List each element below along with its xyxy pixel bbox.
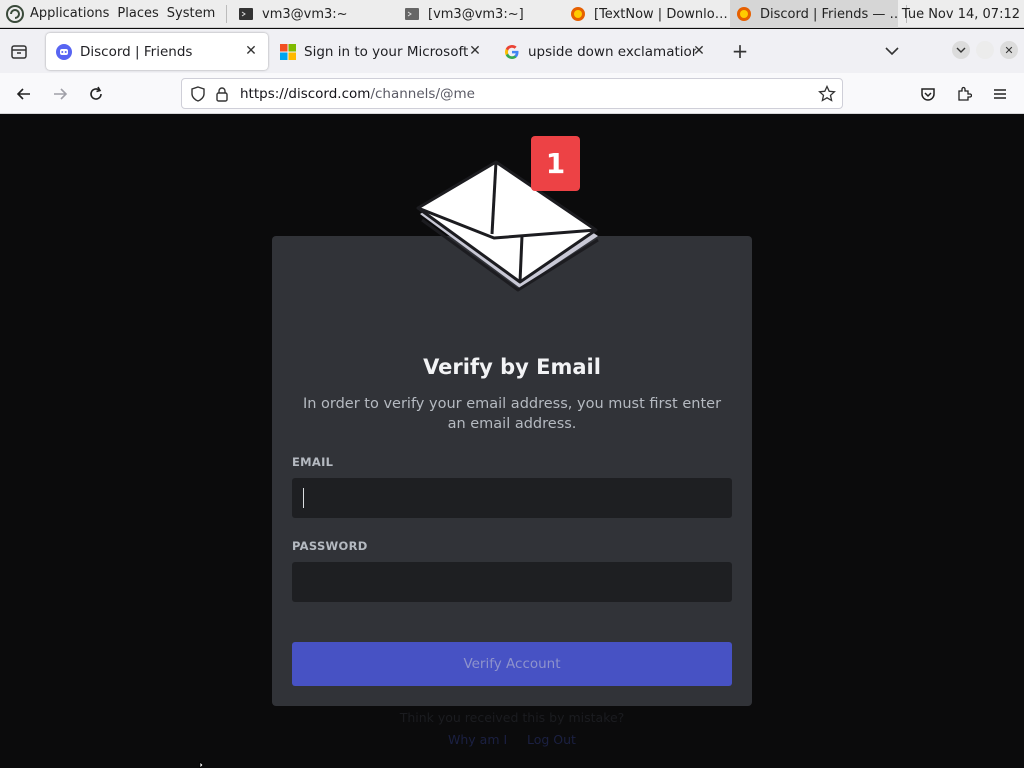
terminal-icon bbox=[404, 6, 420, 22]
system-menu[interactable]: System bbox=[163, 6, 219, 21]
notification-badge: 1 bbox=[531, 136, 580, 191]
taskbar-item-textnow[interactable]: [TextNow | Downlo… bbox=[564, 0, 728, 28]
distro-logo-icon[interactable] bbox=[4, 3, 26, 25]
navigation-toolbar: https://discord.com/channels/@me bbox=[0, 73, 1024, 114]
taskbar-item-terminal-1[interactable]: vm3@vm3:~ bbox=[232, 0, 392, 28]
verify-account-button[interactable]: Verify Account bbox=[292, 642, 732, 686]
page-title: Verify by Email bbox=[423, 355, 601, 379]
mouse-pointer-icon bbox=[199, 762, 204, 768]
discord-icon bbox=[56, 43, 72, 60]
firefox-view-icon[interactable] bbox=[8, 41, 30, 63]
tab-microsoft[interactable]: Sign in to your Microsoft acc ✕ bbox=[270, 33, 492, 70]
email-label: EMAIL bbox=[292, 455, 334, 469]
clock[interactable]: Tue Nov 14, 07:12 bbox=[902, 0, 1020, 28]
terminal-icon bbox=[238, 6, 254, 22]
list-all-tabs-icon[interactable] bbox=[881, 40, 903, 62]
forward-button[interactable] bbox=[46, 80, 74, 108]
google-icon bbox=[504, 44, 520, 60]
firefox-icon bbox=[570, 6, 586, 22]
places-menu[interactable]: Places bbox=[113, 6, 162, 21]
password-label: PASSWORD bbox=[292, 539, 368, 553]
tab-label: Sign in to your Microsoft acc bbox=[304, 43, 472, 60]
page-subtitle: In order to verify your email address, y… bbox=[302, 396, 722, 432]
mistake-text: Think you received this by mistake? bbox=[399, 710, 625, 725]
tracking-protection-icon[interactable] bbox=[190, 85, 206, 102]
tab-label: upside down exclamation po bbox=[528, 43, 696, 60]
url-host: https://discord.com bbox=[240, 85, 371, 102]
minimize-window-icon[interactable] bbox=[952, 41, 970, 59]
maximize-window-icon[interactable] bbox=[976, 41, 994, 59]
tab-discord[interactable]: Discord | Friends ✕ bbox=[46, 33, 268, 70]
discord-page: Verify by Email In order to verify your … bbox=[0, 114, 1024, 768]
bookmark-star-icon[interactable] bbox=[818, 85, 836, 103]
lock-icon[interactable] bbox=[214, 86, 230, 102]
close-tab-icon[interactable]: ✕ bbox=[466, 42, 484, 60]
panel-separator bbox=[226, 5, 227, 23]
taskbar-item-label: vm3@vm3:~ bbox=[262, 6, 348, 22]
url-path: /channels/@me bbox=[370, 85, 475, 102]
taskbar-item-terminal-2[interactable]: [vm3@vm3:~] bbox=[398, 0, 558, 28]
text-cursor bbox=[303, 488, 304, 508]
firefox-icon bbox=[736, 6, 752, 22]
applications-menu[interactable]: Applications bbox=[26, 6, 113, 21]
close-tab-icon[interactable]: ✕ bbox=[242, 42, 260, 60]
address-bar[interactable]: https://discord.com/channels/@me bbox=[181, 78, 843, 109]
pocket-icon[interactable] bbox=[914, 80, 942, 108]
why-link[interactable]: Why am I bbox=[448, 732, 507, 747]
email-field-wrap bbox=[272, 478, 752, 518]
password-field[interactable] bbox=[292, 562, 732, 602]
close-window-icon[interactable]: ✕ bbox=[1000, 41, 1018, 59]
taskbar-item-label: [vm3@vm3:~] bbox=[428, 6, 524, 22]
reload-button[interactable] bbox=[82, 80, 110, 108]
log-out-link[interactable]: Log Out bbox=[527, 732, 576, 747]
tab-strip: Discord | Friends ✕ Sign in to your Micr… bbox=[0, 29, 1024, 73]
menu-hamburger-icon[interactable] bbox=[986, 80, 1014, 108]
new-tab-button[interactable]: + bbox=[729, 39, 751, 63]
extensions-icon[interactable] bbox=[950, 80, 978, 108]
verify-email-card: Verify by Email In order to verify your … bbox=[272, 236, 752, 706]
email-field[interactable] bbox=[292, 478, 732, 518]
close-tab-icon[interactable]: ✕ bbox=[690, 42, 708, 60]
tab-label: Discord | Friends bbox=[80, 43, 193, 60]
taskbar-item-label: [TextNow | Downlo… bbox=[594, 6, 728, 22]
back-button[interactable] bbox=[10, 80, 38, 108]
taskbar-item-label: Discord | Friends — … bbox=[760, 6, 898, 22]
tab-google[interactable]: upside down exclamation po ✕ bbox=[494, 33, 716, 70]
taskbar-item-discord[interactable]: Discord | Friends — … bbox=[730, 0, 898, 28]
microsoft-icon bbox=[280, 43, 296, 60]
